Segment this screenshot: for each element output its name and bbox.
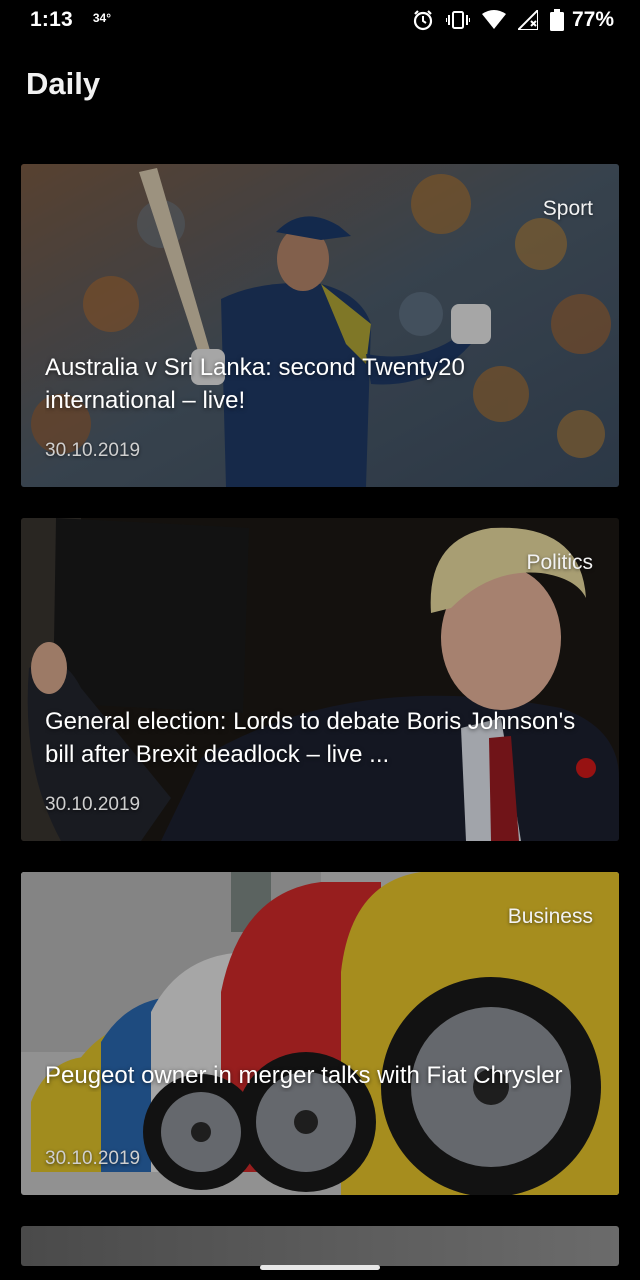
article-category: Business bbox=[507, 905, 593, 928]
article-image bbox=[21, 1226, 619, 1266]
article-date: 30.10.2019 bbox=[45, 440, 141, 461]
article-date: 30.10.2019 bbox=[45, 794, 141, 815]
image-overlay bbox=[21, 164, 619, 487]
status-icons: 77% bbox=[412, 8, 614, 32]
signal-icon bbox=[517, 10, 538, 30]
status-temperature: 34° bbox=[92, 11, 111, 25]
article-card-sport[interactable]: Sport Australia v Sri Lanka: second Twen… bbox=[21, 164, 619, 487]
article-card-next[interactable] bbox=[21, 1226, 619, 1266]
app-title: Daily bbox=[26, 66, 101, 101]
article-card-business[interactable]: Business Peugeot owner in merger talks w… bbox=[21, 872, 619, 1195]
gesture-nav-handle[interactable] bbox=[260, 1265, 380, 1270]
vibrate-icon bbox=[445, 9, 470, 31]
article-category: Politics bbox=[526, 551, 593, 574]
status-time: 1:13 bbox=[30, 8, 73, 31]
article-title: General election: Lords to debate Boris … bbox=[45, 708, 576, 768]
article-title: Australia v Sri Lanka: second Twenty20 i… bbox=[45, 354, 465, 414]
article-date: 30.10.2019 bbox=[45, 1148, 141, 1169]
article-category: Sport bbox=[542, 197, 593, 220]
wifi-icon bbox=[481, 10, 506, 30]
article-card-politics[interactable]: Politics General election: Lords to deba… bbox=[21, 518, 619, 841]
alarm-icon bbox=[412, 9, 434, 31]
article-feed[interactable]: Sport Australia v Sri Lanka: second Twen… bbox=[21, 164, 619, 1266]
battery-icon bbox=[549, 9, 564, 31]
article-title: Peugeot owner in merger talks with Fiat … bbox=[45, 1062, 563, 1089]
battery-percentage: 77% bbox=[571, 8, 614, 31]
status-bar: 1:13 34° 77% bbox=[0, 0, 640, 40]
